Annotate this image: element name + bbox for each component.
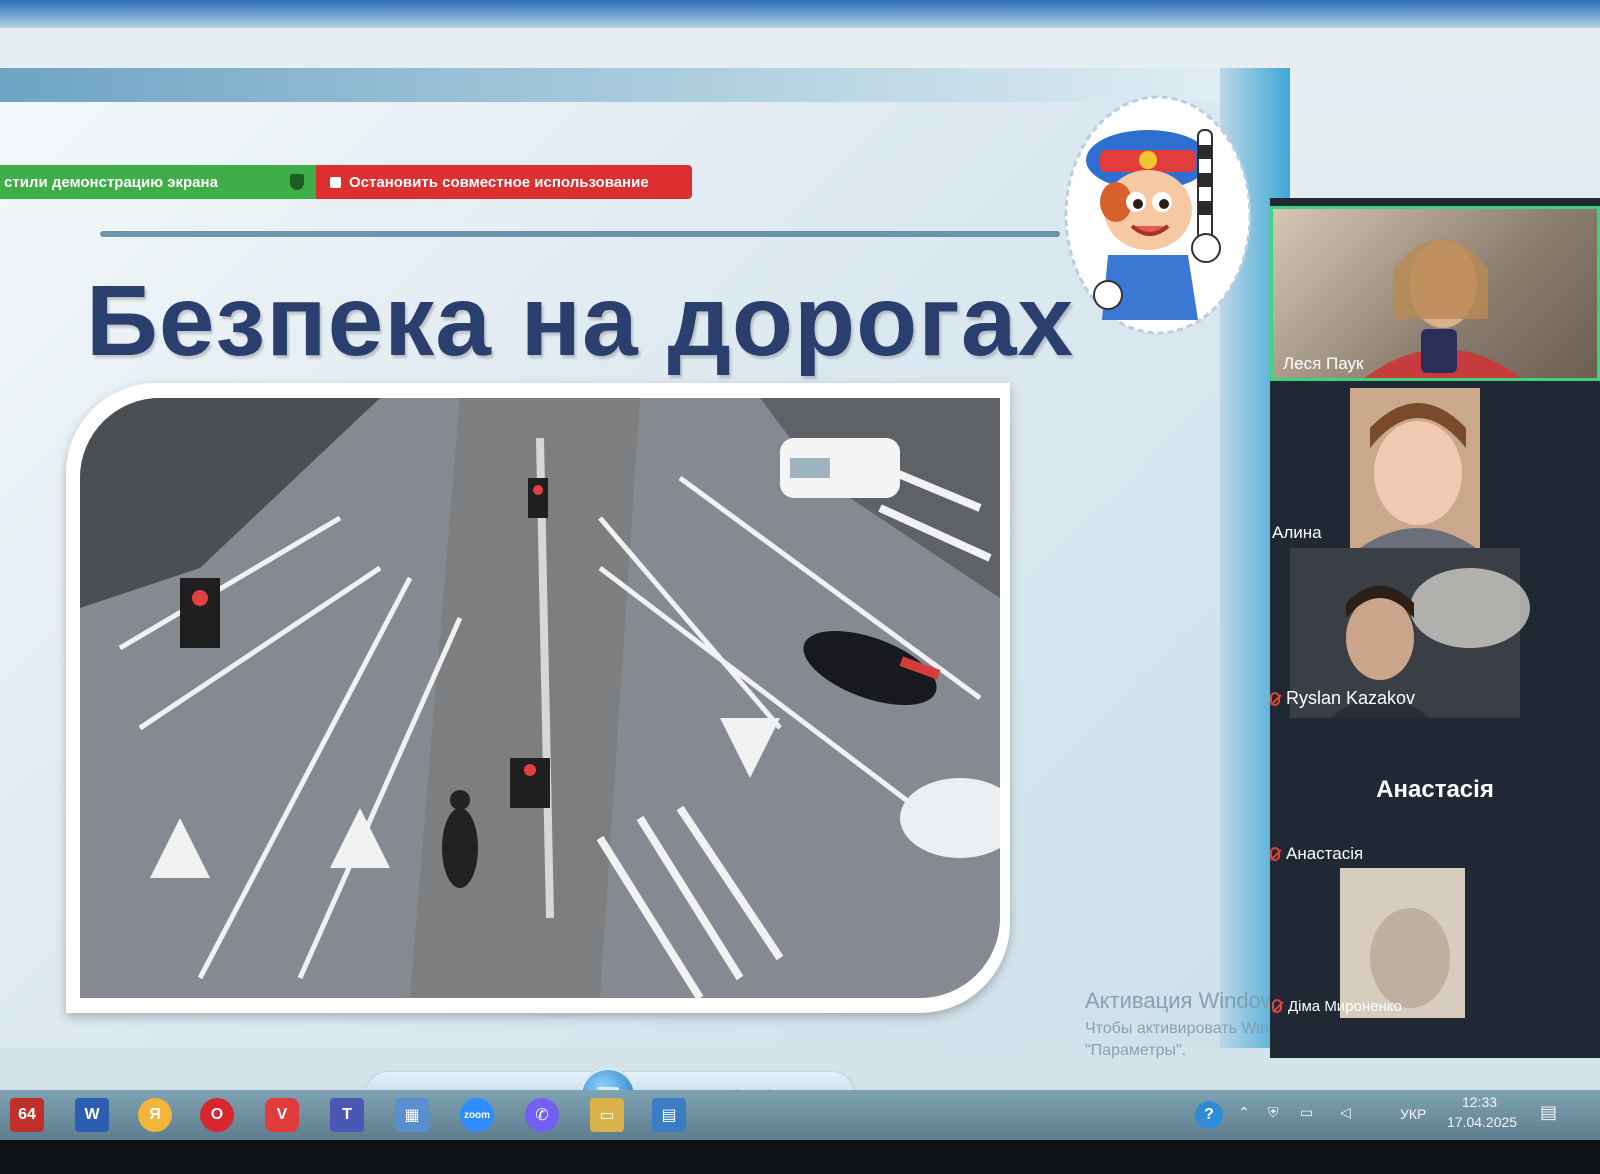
participant-name: Алина bbox=[1272, 523, 1322, 542]
traffic-police-mascot bbox=[1064, 95, 1252, 335]
participant-name-row: Діма Мироненко bbox=[1272, 998, 1402, 1015]
clock-date[interactable]: 17.04.2025 bbox=[1447, 1114, 1517, 1130]
explorer-icon[interactable]: ▭ bbox=[590, 1098, 624, 1132]
participant-tile[interactable]: Діма Мироненко bbox=[1270, 868, 1600, 1028]
slide-title: Безпека на дорогах bbox=[86, 265, 1075, 377]
mic-muted-icon bbox=[1272, 999, 1282, 1013]
screen-share-bar: стили демонстрацию экрана Остановить сов… bbox=[0, 165, 692, 199]
monitor-bezel bbox=[0, 1140, 1600, 1174]
intersection-photo bbox=[80, 398, 1000, 998]
stop-share-button[interactable]: Остановить совместное использование bbox=[316, 165, 692, 199]
chevron-up-icon[interactable]: ⌃ bbox=[1238, 1104, 1250, 1121]
stop-icon bbox=[330, 176, 341, 188]
viber-icon[interactable]: ✆ bbox=[525, 1098, 559, 1132]
share-status-label: стили демонстрацию экрана bbox=[4, 173, 218, 191]
volume-icon[interactable]: ◁ bbox=[1340, 1104, 1351, 1121]
mic-muted-icon bbox=[1270, 847, 1280, 861]
participant-name-row: Анастасія bbox=[1270, 844, 1363, 864]
language-indicator[interactable]: УКР bbox=[1400, 1106, 1426, 1122]
battery-icon[interactable]: ▭ bbox=[1300, 1104, 1313, 1121]
slide-divider bbox=[100, 231, 1060, 237]
clock-time[interactable]: 12:33 bbox=[1462, 1094, 1497, 1110]
notifications-icon[interactable]: ▤ bbox=[1540, 1102, 1557, 1123]
share-status: стили демонстрацию экрана bbox=[0, 165, 316, 199]
help-icon[interactable]: ? bbox=[1195, 1101, 1223, 1129]
intersection-illustration bbox=[80, 398, 1000, 998]
windows-taskbar: 64 W Я O V T ▦ zoom ✆ ▭ ▤ ? ⌃ ⛨ ▭ ◁ УКР … bbox=[0, 1090, 1600, 1140]
vivaldi-icon[interactable]: V bbox=[265, 1098, 299, 1132]
participant-gallery: Леся Паук Алина Ryslan Kazakov Анастасія… bbox=[1270, 198, 1600, 1058]
participant-name: Ryslan Kazakov bbox=[1286, 688, 1416, 708]
mic-muted-icon bbox=[1270, 692, 1280, 706]
desktop-screen: стили демонстрацию экрана Остановить сов… bbox=[0, 28, 1600, 1128]
participant-display-name: Анастасія bbox=[1376, 776, 1494, 803]
yandex-icon[interactable]: Я bbox=[138, 1098, 172, 1132]
participant-name: Леся Паук bbox=[1283, 354, 1364, 373]
photos-icon[interactable]: ▤ bbox=[652, 1098, 686, 1132]
shield-icon bbox=[290, 174, 304, 190]
opera-icon[interactable]: O bbox=[200, 1098, 234, 1132]
participant-tile[interactable]: Алина bbox=[1270, 388, 1600, 548]
presentation-slide: стили демонстрацию экрана Остановить сов… bbox=[0, 68, 1290, 1048]
stop-share-label: Остановить совместное использование bbox=[349, 173, 649, 191]
participant-tile[interactable]: Анастасія Анастасія bbox=[1270, 718, 1600, 868]
participant-name: Діма Мироненко bbox=[1288, 998, 1402, 1015]
badge-count[interactable]: 64 bbox=[10, 1098, 44, 1132]
participant-tile[interactable]: Леся Паук bbox=[1270, 206, 1600, 381]
shield-tray-icon[interactable]: ⛨ bbox=[1268, 1104, 1279, 1121]
participant-name: Анастасія bbox=[1286, 844, 1364, 863]
participant-tile[interactable]: Ryslan Kazakov bbox=[1270, 548, 1600, 718]
word-icon[interactable]: W bbox=[75, 1098, 109, 1132]
zoom-app-icon[interactable]: zoom bbox=[460, 1098, 494, 1132]
folder-app-icon[interactable]: ▦ bbox=[395, 1098, 429, 1132]
teams-icon[interactable]: T bbox=[330, 1098, 364, 1132]
participant-name-row: Ryslan Kazakov bbox=[1270, 688, 1415, 709]
